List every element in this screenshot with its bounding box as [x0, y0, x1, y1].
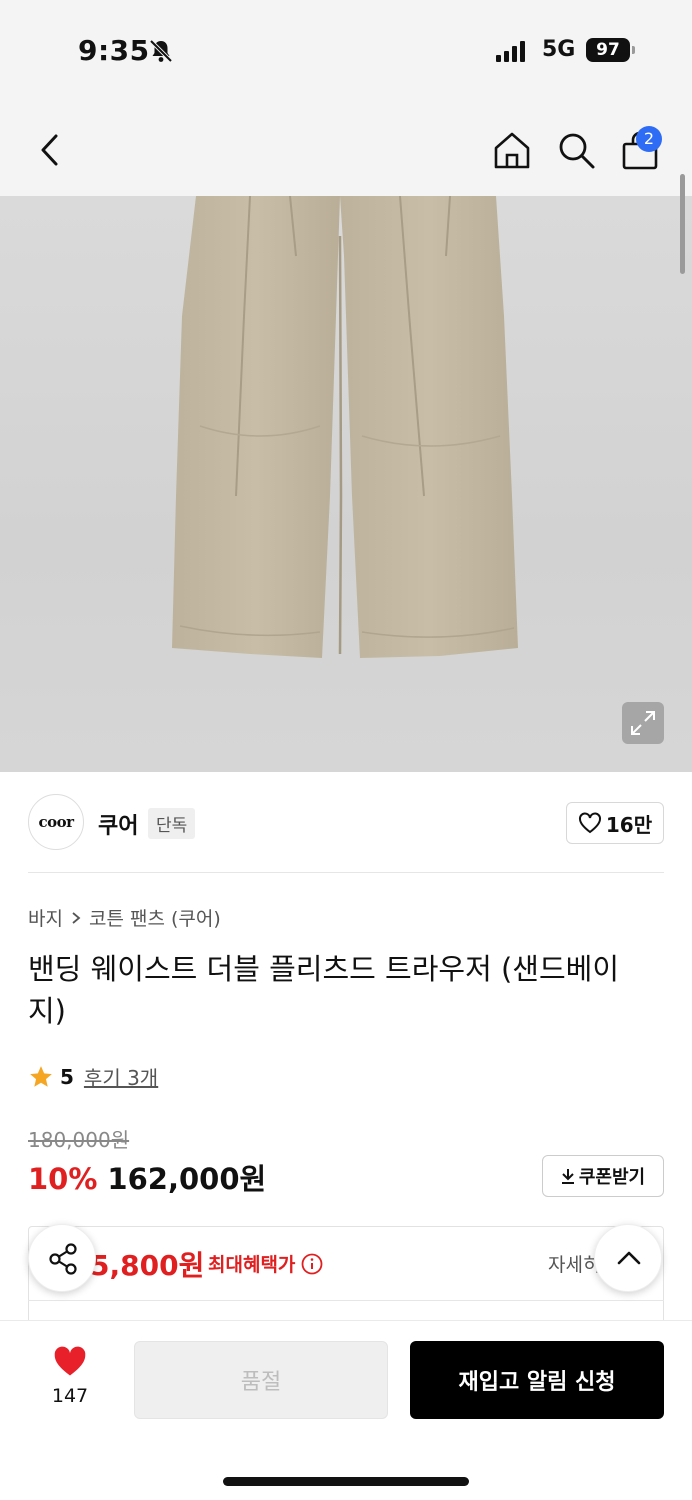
review-link[interactable]: 후기 3개 — [84, 1062, 158, 1091]
scrollbar[interactable] — [680, 174, 685, 274]
benefit-divider — [28, 1300, 664, 1301]
bell-muted-icon — [149, 39, 173, 63]
cart-count-badge: 2 — [636, 126, 662, 152]
status-bar: 9:35 5G 97 — [0, 0, 692, 100]
brand-logo[interactable]: coor — [28, 794, 84, 850]
bottom-action-bar: 147 품절 재입고 알림 신청 — [0, 1320, 692, 1500]
coupon-label: 쿠폰받기 — [578, 1167, 646, 1188]
brand-like-button[interactable]: 16만 — [566, 802, 664, 844]
price-row: 10% 162,000원 — [28, 1156, 266, 1198]
home-indicator[interactable] — [223, 1477, 469, 1486]
rating-score: 5 — [60, 1064, 74, 1089]
sale-price: 162,000원 — [107, 1162, 267, 1196]
wishlist-count: 147 — [51, 1385, 89, 1407]
brand-name[interactable]: 쿠어 — [98, 808, 138, 840]
max-benefit-price: 5,800원 — [90, 1249, 205, 1282]
original-price: 180,000원 — [28, 1128, 130, 1152]
product-photo-pants — [172, 196, 518, 658]
share-icon — [49, 1243, 77, 1275]
product-image[interactable] — [0, 196, 692, 772]
heart-outline-icon — [578, 812, 601, 834]
battery-tip — [632, 46, 635, 54]
breadcrumb-subcategory[interactable]: 코튼 팬츠 (쿠어) — [89, 904, 221, 931]
wishlist-button[interactable]: 147 — [40, 1345, 100, 1407]
breadcrumb-category[interactable]: 바지 — [28, 904, 63, 931]
chevron-up-icon — [617, 1251, 641, 1265]
product-title: 밴딩 웨이스트 더블 플리츠드 트라우저 (샌드베이지) — [28, 952, 620, 1028]
expand-image-button[interactable] — [622, 702, 664, 744]
battery-icon: 97 — [586, 38, 630, 62]
share-button[interactable] — [28, 1224, 96, 1292]
info-icon[interactable] — [301, 1253, 323, 1275]
top-nav: 2 — [0, 100, 692, 196]
coupon-button[interactable]: 쿠폰받기 — [542, 1155, 664, 1197]
status-time: 9:35 — [78, 34, 150, 67]
exclusive-tag: 단독 — [148, 808, 196, 839]
rating-row: 5 후기 3개 — [28, 1062, 158, 1091]
max-benefit-label: 최대혜택가 — [208, 1250, 323, 1277]
chevron-right-icon — [72, 911, 81, 924]
divider — [28, 872, 664, 873]
breadcrumb: 바지 코튼 팬츠 (쿠어) — [28, 904, 221, 931]
home-icon[interactable] — [492, 130, 532, 170]
brand-row: coor 쿠어 단독 16만 — [28, 794, 664, 854]
search-icon[interactable] — [556, 130, 596, 170]
benefit-detail-link[interactable]: 자세히 — [548, 1250, 598, 1277]
scroll-top-button[interactable] — [594, 1224, 662, 1292]
network-type: 5G — [542, 37, 576, 62]
download-icon — [561, 1169, 574, 1184]
expand-icon — [631, 711, 655, 735]
star-icon — [30, 1065, 52, 1087]
heart-filled-icon — [54, 1346, 86, 1376]
soldout-button: 품절 — [134, 1341, 388, 1419]
restock-alert-button[interactable]: 재입고 알림 신청 — [410, 1341, 664, 1419]
discount-rate: 10% — [28, 1162, 98, 1196]
brand-like-count: 16만 — [605, 812, 653, 837]
back-arrow-icon[interactable] — [34, 130, 66, 170]
signal-icon — [496, 40, 525, 62]
max-benefit-text: 최대혜택가 — [208, 1254, 296, 1276]
